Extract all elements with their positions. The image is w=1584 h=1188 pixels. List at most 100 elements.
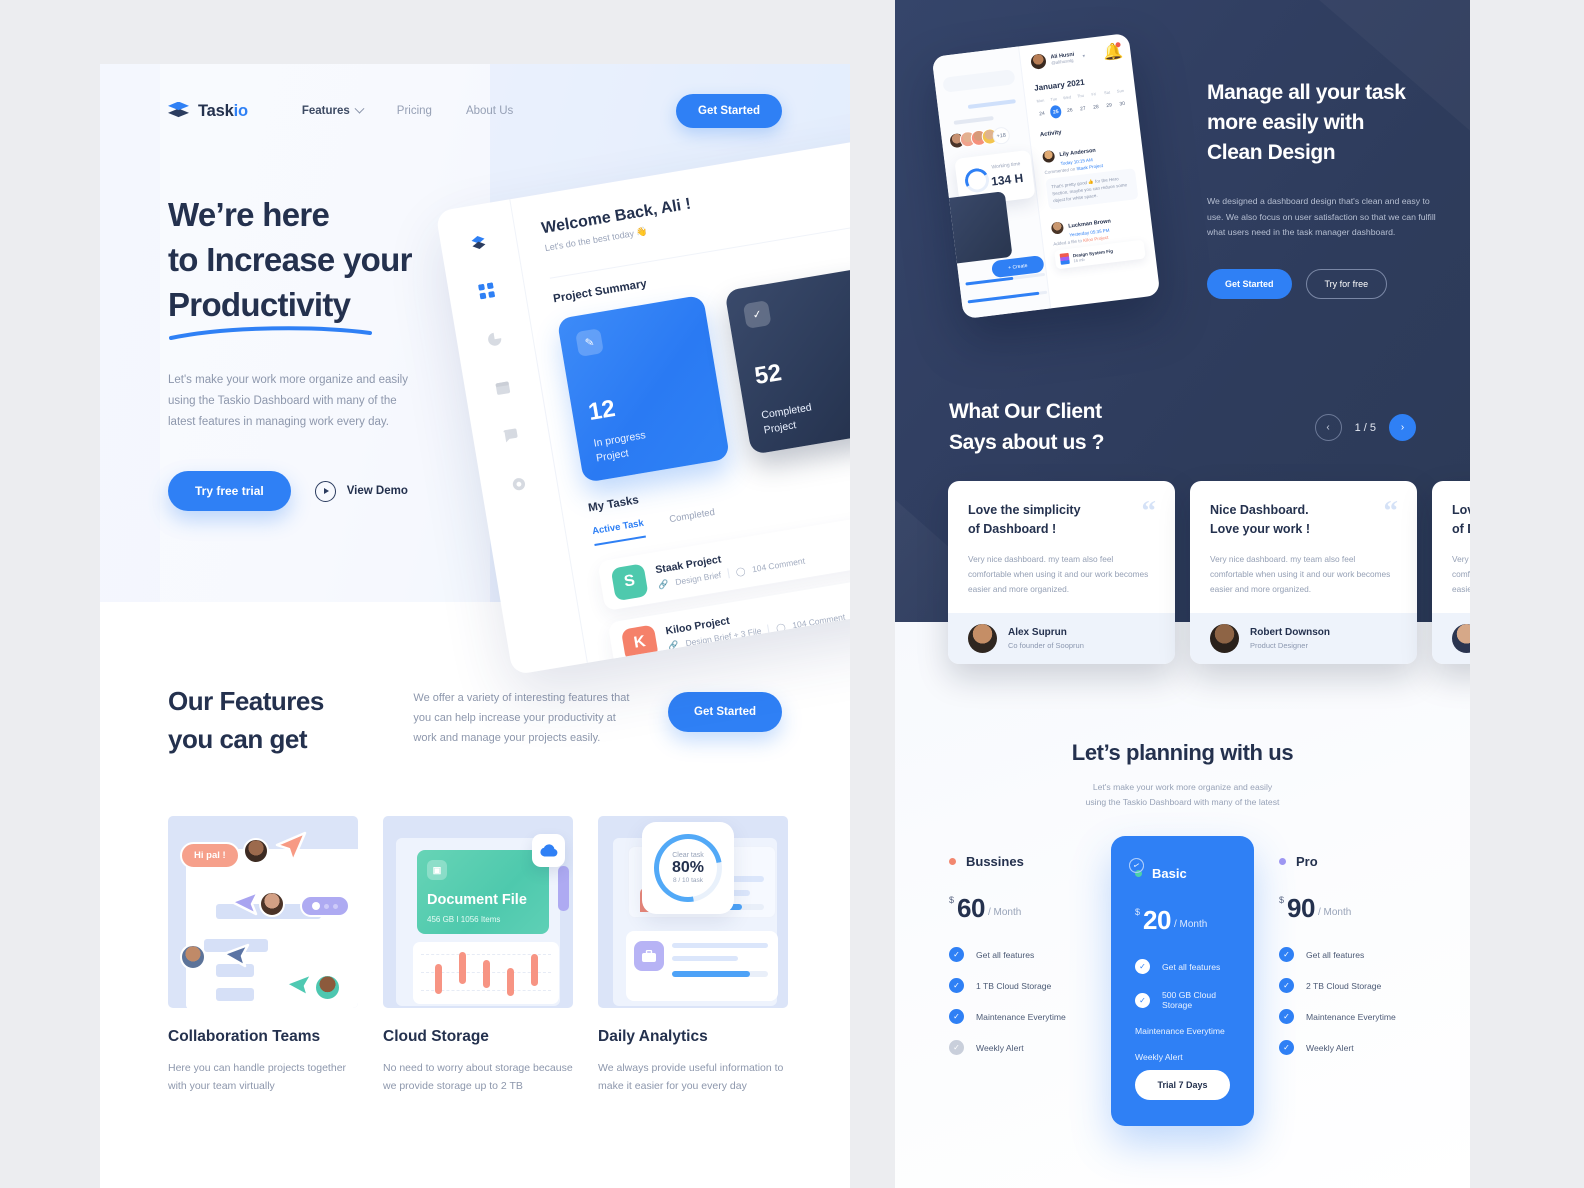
- calendar-date[interactable]: 24: [1037, 108, 1047, 120]
- feature-title: Collaboration Teams: [168, 1028, 321, 1045]
- check-icon: ✓: [949, 1040, 964, 1055]
- author-role: Product Designer: [1250, 641, 1308, 650]
- right-hero-title: Manage all your task more easily with Cl…: [1207, 78, 1437, 168]
- feature-card-analytics[interactable]: Clear task 80% 8 / 10 task Daily Analyti…: [598, 816, 788, 1095]
- feature-title: Daily Analytics: [598, 1028, 708, 1045]
- quote-icon: “: [1141, 495, 1157, 527]
- features-title-line2: you can get: [168, 724, 307, 754]
- stat-inprogress-value: 12: [586, 394, 618, 427]
- feature-card-storage[interactable]: ▣ Document File 456 GB I 1056 Items Clou…: [383, 816, 573, 1095]
- plan-period: / Month: [1317, 907, 1352, 918]
- chat-bubble: Hi pal !: [180, 842, 240, 869]
- bell-icon[interactable]: 🔔: [1102, 41, 1124, 62]
- feature-card-collaboration[interactable]: Hi pal ! Collaboration Teams Here you ca…: [168, 816, 358, 1095]
- check-icon: ✓: [1279, 1040, 1294, 1055]
- main-navbar: Taskio Features Pricing About Us Get Sta…: [168, 93, 782, 129]
- features-get-started-button[interactable]: Get Started: [668, 692, 782, 732]
- right-get-started-button[interactable]: Get Started: [1207, 268, 1292, 299]
- hero-cta-group: Try free trial View Demo: [168, 471, 458, 511]
- pricing-subtitle-line1: Let's make your work more organize and e…: [1092, 782, 1273, 792]
- play-icon: [314, 480, 336, 502]
- document-title: Document File: [427, 892, 527, 908]
- plan-feature: ✓ Get all features: [1135, 959, 1230, 974]
- plan-currency: $: [1135, 907, 1141, 917]
- cloud-icon: [532, 834, 565, 867]
- stat-inprogress-label: In progress Project: [592, 429, 647, 465]
- testimonial-text: Very nice dashboard. my team also feel c…: [968, 554, 1149, 594]
- project-initial-icon: S: [610, 562, 649, 601]
- check-icon: ✓: [742, 300, 772, 329]
- stat-completed-label: Completed Project: [760, 401, 813, 437]
- nav-item-features[interactable]: Features: [302, 103, 365, 117]
- calendar-date-selected[interactable]: 25: [1049, 104, 1063, 119]
- nav-item-about[interactable]: About Us: [466, 105, 513, 117]
- author-name: Alex Suprun: [1008, 627, 1067, 638]
- tab-completed[interactable]: Completed: [669, 507, 717, 532]
- bar-chart: [413, 942, 559, 1004]
- right-try-free-button[interactable]: Try for free: [1305, 268, 1388, 299]
- nav-get-started-button[interactable]: Get Started: [676, 94, 782, 128]
- chevron-left-icon[interactable]: ‹: [1314, 414, 1342, 441]
- try-free-trial-button[interactable]: Try free trial: [168, 471, 291, 511]
- plan-feature: ✓ Weekly Alert: [1127, 856, 1230, 1062]
- testimonial-body: “ Nice Dashboard. Love your work ! Very …: [1190, 481, 1417, 613]
- cursor-icon: [275, 831, 307, 861]
- chart-pie-icon[interactable]: [486, 331, 503, 348]
- check-icon: ✓: [1135, 959, 1150, 974]
- pricing-subtitle-line2: using the Taskio Dashboard with many of …: [1085, 797, 1280, 807]
- check-icon: ✓: [1279, 978, 1294, 993]
- calendar-date[interactable]: 27: [1078, 102, 1088, 114]
- brand-logo[interactable]: Taskio: [168, 101, 248, 121]
- progress-ring: [962, 166, 992, 195]
- chevron-right-icon[interactable]: ›: [1389, 414, 1416, 441]
- gear-icon[interactable]: [510, 476, 527, 493]
- plan-amount: 20: [1143, 905, 1171, 935]
- mini-dashboard-mockup: +18 Working time 134 H + Create Ali Husn…: [931, 32, 1161, 320]
- plan-feature: ✓ Maintenance Everytime: [1127, 856, 1230, 1036]
- grid-icon[interactable]: [478, 282, 495, 300]
- art-list-card: [626, 931, 778, 1001]
- testimonial-card[interactable]: “ Nice Dashboard. Love your work ! Very …: [1190, 481, 1417, 664]
- pricing-plan-pro[interactable]: Pro $ 90 / Month ✓ Get all features ✓ 2 TB…: [1279, 854, 1422, 1055]
- avatar: [1050, 220, 1065, 235]
- plan-name: Pro: [1296, 854, 1318, 869]
- check-icon: ✓: [1135, 992, 1150, 1008]
- calendar-date[interactable]: 26: [1065, 104, 1075, 116]
- calendar-date[interactable]: 29: [1104, 99, 1114, 111]
- nav-item-pricing[interactable]: Pricing: [397, 105, 432, 117]
- avatar: [1210, 624, 1239, 653]
- testimonial-title: Nice Dashboard. Love your work !: [1210, 503, 1311, 536]
- testimonial-title: Love the simplicity of Dashboard !: [968, 503, 1081, 536]
- mini-see-all-project[interactable]: [967, 99, 1016, 109]
- check-icon: ✓: [949, 978, 964, 993]
- view-demo-button[interactable]: View Demo: [314, 480, 408, 502]
- mini-search-input[interactable]: [942, 69, 1016, 93]
- testimonial-card[interactable]: “ Love the simplicity of Dashboard ! Ver…: [948, 481, 1175, 664]
- stat-completed-value: 52: [752, 359, 784, 391]
- right-hero-line3: Clean Design: [1207, 141, 1336, 164]
- calendar-date[interactable]: 28: [1091, 101, 1101, 113]
- tab-active-task[interactable]: Active Task: [591, 517, 647, 547]
- plan-price: $ 20 / Month: [1135, 907, 1230, 933]
- pencil-icon: ✎: [575, 328, 604, 357]
- chat-icon[interactable]: [502, 427, 519, 444]
- author-role: Co founder of Sooprun: [1008, 641, 1084, 650]
- cursor-icon: [284, 972, 314, 998]
- pricing-plan-basic[interactable]: Basic $ 20 / Month ✓ Get all features ✓ 50…: [1111, 836, 1254, 1126]
- calendar-icon[interactable]: [494, 379, 511, 396]
- mini-teams-member-label: [953, 115, 994, 125]
- plan-period: / Month: [1173, 919, 1208, 930]
- feature-title: Cloud Storage: [383, 1028, 489, 1045]
- plan-dot: [1279, 858, 1286, 865]
- feature-art-analytics: Clear task 80% 8 / 10 task: [598, 816, 788, 1008]
- trial-button[interactable]: Trial 7 Days: [1135, 1070, 1230, 1100]
- figma-icon: [1059, 252, 1070, 265]
- weekday: Thu: [1076, 92, 1085, 99]
- typing-indicator: [300, 895, 350, 917]
- divider: [767, 624, 771, 635]
- check-icon: ✓: [949, 947, 964, 962]
- comment-icon: ◯: [775, 621, 787, 633]
- clear-task-widget: Clear task 80% 8 / 10 task: [640, 820, 736, 916]
- pricing-plan-bussines[interactable]: Bussines $ 60 / Month ✓ Get all features …: [949, 854, 1092, 1055]
- calendar-date[interactable]: 30: [1117, 98, 1127, 110]
